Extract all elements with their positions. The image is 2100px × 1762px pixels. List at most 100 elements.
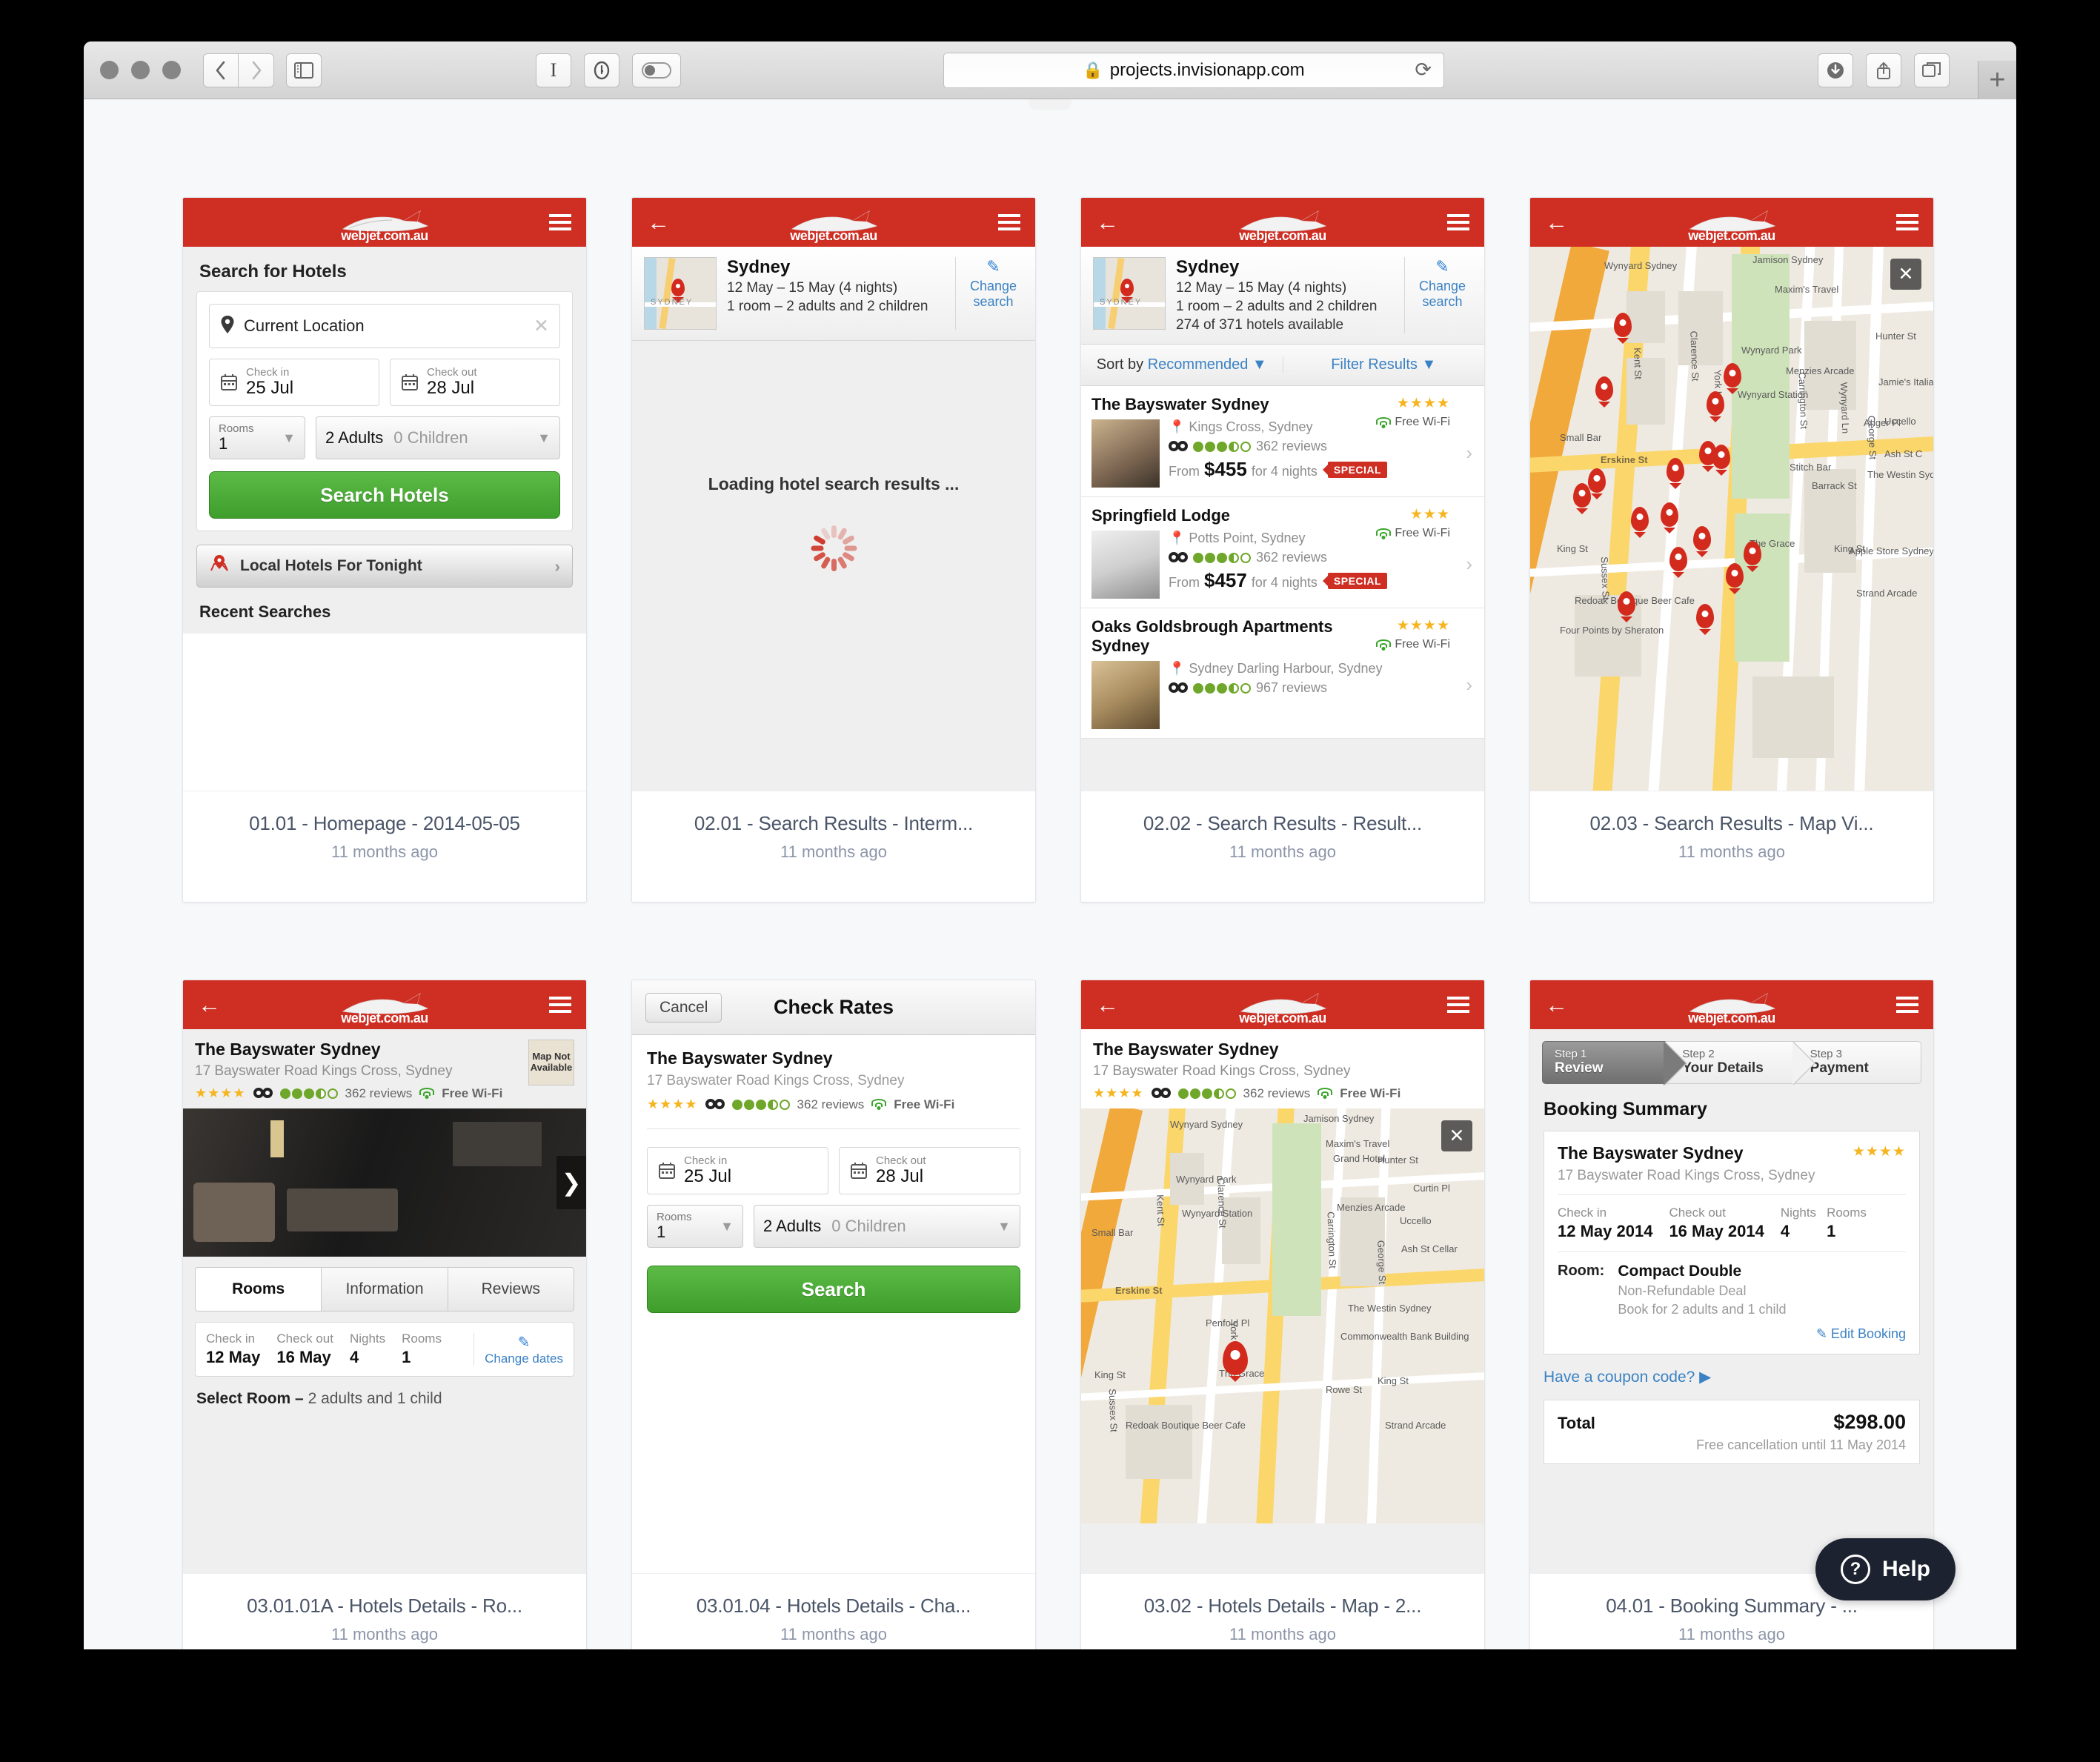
guests-select[interactable]: 2 Adults 0 Children ▼	[316, 416, 560, 459]
window-controls[interactable]	[100, 61, 181, 79]
location-input[interactable]: Current Location ✕	[209, 304, 560, 348]
sort-by-control[interactable]: Sort by Recommended ▼	[1081, 356, 1283, 373]
hotel-result-row[interactable]: The Bayswater Sydney ★★★★ Free Wi-Fi 📍 K…	[1081, 386, 1484, 497]
screen-preview[interactable]: ← webjet.com.au	[1530, 198, 1933, 791]
cancel-button[interactable]: Cancel	[645, 992, 722, 1023]
hamburger-menu-icon[interactable]	[1896, 210, 1918, 234]
help-button[interactable]: ? Help	[1815, 1538, 1956, 1600]
forward-arrow-icon[interactable]	[239, 53, 274, 87]
search-button[interactable]: Search	[647, 1266, 1020, 1313]
maximize-window-button[interactable]	[162, 61, 181, 79]
checkout-field[interactable]: Check out 28 Jul	[839, 1147, 1020, 1194]
clear-icon[interactable]: ✕	[534, 315, 549, 337]
chevron-down-icon: ▼	[997, 1218, 1011, 1234]
change-search-button[interactable]: ✎ Change search	[955, 257, 1023, 330]
webjet-logo: webjet.com.au	[1687, 210, 1776, 242]
hotel-result-row[interactable]: Springfield Lodge ★★★ Free Wi-Fi 📍 Potts…	[1081, 497, 1484, 608]
hotel-map[interactable]: Wynyard Sydney Jamison Sydney Maxim's Tr…	[1081, 1108, 1484, 1523]
back-arrow-icon[interactable]: ←	[647, 211, 670, 234]
app-navbar: ← webjet.com.au	[632, 198, 1035, 247]
hamburger-menu-icon[interactable]	[549, 210, 571, 234]
screen-card-0201[interactable]: ← webjet.com.au SYDNEY Sydney 12 May – 1…	[631, 197, 1036, 902]
price-amount: $455	[1204, 458, 1247, 480]
hamburger-menu-icon[interactable]	[1447, 993, 1469, 1017]
back-arrow-icon[interactable]: ←	[1096, 994, 1119, 1017]
hamburger-menu-icon[interactable]	[998, 210, 1020, 234]
privacy-report-icon[interactable]	[584, 53, 619, 87]
divider	[1558, 1251, 1906, 1252]
change-dates-button[interactable]: ✎ Change dates	[474, 1332, 563, 1366]
minimize-window-button[interactable]	[131, 61, 150, 79]
rooms-select[interactable]: Rooms 1 ▼	[209, 416, 305, 459]
screen-card-03010 1A[interactable]: ← webjet.com.au The Bayswater Sydney 17 …	[182, 980, 587, 1649]
rooms-select[interactable]: Rooms 1 ▼	[647, 1205, 743, 1248]
results-map[interactable]: Wynyard Sydney Jamison Sydney Maxim's Tr…	[1530, 247, 1933, 791]
hamburger-menu-icon[interactable]	[1896, 993, 1918, 1017]
step-review[interactable]: Step 1 Review	[1542, 1041, 1687, 1086]
close-icon[interactable]: ✕	[1441, 1120, 1472, 1151]
guests-select[interactable]: 2 Adults 0 Children ▼	[754, 1205, 1020, 1248]
coupon-code-link[interactable]: Have a coupon code? ▶	[1530, 1354, 1933, 1400]
share-icon[interactable]	[1866, 53, 1901, 87]
map-not-available-thumb[interactable]: Map Not Available	[528, 1040, 574, 1086]
change-search-button[interactable]: ✎ Change search	[1404, 257, 1472, 333]
hotel-result-row[interactable]: Oaks Goldsbrough Apartments Sydney ★★★★ …	[1081, 608, 1484, 739]
reader-view-icon[interactable]: I	[536, 53, 571, 87]
close-window-button[interactable]	[100, 61, 119, 79]
checkin-field[interactable]: Check in 25 Jul	[647, 1147, 828, 1194]
hotel-price: From $455 for 4 nights SPECIAL	[1169, 458, 1474, 481]
back-arrow-icon[interactable]	[203, 53, 239, 87]
hamburger-menu-icon[interactable]	[549, 993, 571, 1017]
tab-information[interactable]: Information	[322, 1267, 448, 1311]
adults-value: 2 Adults	[325, 428, 384, 447]
map-label: Ash St Cellar	[1401, 1243, 1458, 1254]
screen-card-0101[interactable]: webjet.com.au Search for Hotels Current …	[182, 197, 587, 902]
back-arrow-icon[interactable]: ←	[198, 994, 221, 1017]
tab-overview-icon[interactable]	[1914, 53, 1950, 87]
wifi-icon	[871, 1099, 887, 1110]
next-photo-button[interactable]: ❯	[556, 1156, 586, 1209]
pencil-icon: ✎	[517, 1334, 531, 1351]
screen-card-0202[interactable]: ← webjet.com.au SYDNEY Sydney 12 May – 1…	[1080, 197, 1485, 902]
filter-results-control[interactable]: Filter Results ▼	[1283, 356, 1485, 373]
address-bar[interactable]: 🔒 projects.invisionapp.com ⟳	[943, 52, 1444, 88]
screen-card-0203[interactable]: ← webjet.com.au Wynyard Sydney Jamison S…	[1529, 197, 1934, 902]
nav-buttons[interactable]	[203, 53, 274, 87]
chevron-right-icon: ›	[554, 556, 560, 576]
stay-dates-strip: Check in 12 May Check out 16 May Nights …	[195, 1322, 574, 1377]
detail-tabs[interactable]: Rooms Information Reviews	[195, 1267, 574, 1311]
local-hotels-button[interactable]: Local Hotels For Tonight ›	[196, 545, 573, 588]
webjet-logo: webjet.com.au	[1238, 210, 1327, 242]
map-label: Curtin Pl	[1413, 1183, 1450, 1194]
screen-preview[interactable]: ← webjet.com.au	[1081, 198, 1484, 791]
back-arrow-icon[interactable]: ←	[1545, 994, 1568, 1017]
screen-preview[interactable]: ← webjet.com.au The Bayswater Sydney 17 …	[1081, 980, 1484, 1573]
edit-booking-link[interactable]: ✎ Edit Booking	[1558, 1326, 1906, 1342]
close-icon[interactable]: ✕	[1890, 259, 1921, 290]
checkout-field[interactable]: Check out 28 Jul	[390, 359, 560, 406]
downloads-icon[interactable]	[1818, 53, 1853, 87]
screen-card-030104[interactable]: Cancel Check Rates The Bayswater Sydney …	[631, 980, 1036, 1649]
location-value: Current Location	[244, 316, 365, 335]
screen-preview[interactable]: webjet.com.au Search for Hotels Current …	[183, 198, 586, 791]
screen-preview[interactable]: ← webjet.com.au The Bayswater Sydney 17 …	[183, 980, 586, 1573]
new-tab-button[interactable]: +	[1978, 61, 2016, 99]
search-hotels-button[interactable]: Search Hotels	[209, 471, 560, 519]
map-label: The Westin Sydney	[1348, 1303, 1432, 1314]
step-payment[interactable]: Step 3 Payment	[1792, 1041, 1921, 1086]
reload-icon[interactable]: ⟳	[1415, 59, 1432, 82]
screen-card-0302[interactable]: ← webjet.com.au The Bayswater Sydney 17 …	[1080, 980, 1485, 1649]
sidebar-toggle-icon[interactable]	[286, 53, 322, 87]
tab-reviews[interactable]: Reviews	[448, 1267, 574, 1311]
back-arrow-icon[interactable]: ←	[1096, 211, 1119, 234]
rating-bubbles	[1177, 1088, 1236, 1099]
hotel-photo[interactable]: ❯	[183, 1108, 586, 1257]
dark-mode-toggle-icon[interactable]	[632, 53, 681, 87]
hamburger-menu-icon[interactable]	[1447, 210, 1469, 234]
screen-preview[interactable]: ← webjet.com.au	[632, 198, 1035, 791]
screen-preview[interactable]: ← webjet.com.au Step 1 Review Step 2 You…	[1530, 980, 1933, 1573]
back-arrow-icon[interactable]: ←	[1545, 211, 1568, 234]
screen-preview[interactable]: Cancel Check Rates The Bayswater Sydney …	[632, 980, 1035, 1573]
tab-rooms[interactable]: Rooms	[195, 1267, 322, 1311]
checkin-field[interactable]: Check in 25 Jul	[209, 359, 379, 406]
